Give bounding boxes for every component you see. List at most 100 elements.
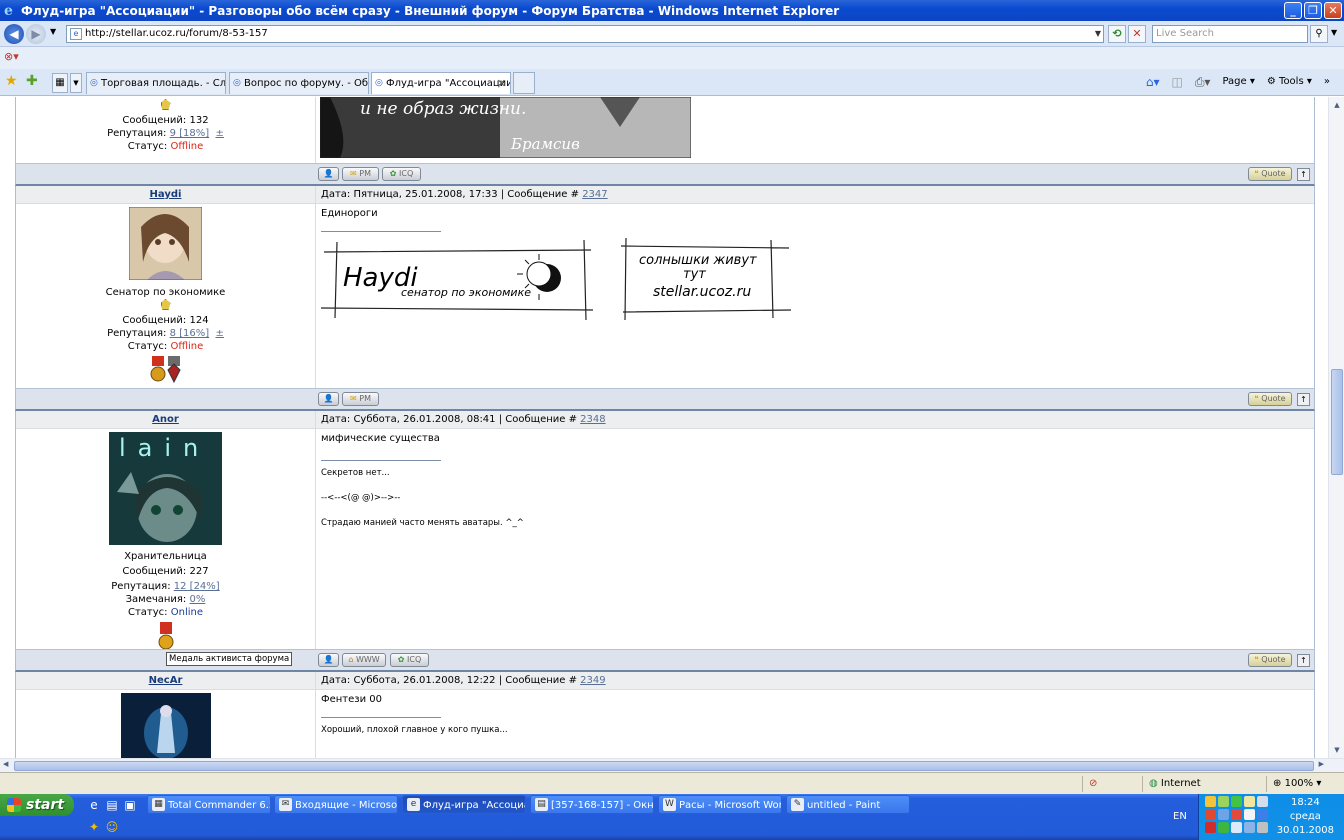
more-chevron-icon[interactable]: » <box>1324 73 1330 91</box>
reputation-link[interactable]: 8 [16%] <box>170 328 210 339</box>
quote-button[interactable]: ❝ Quote <box>1248 653 1292 667</box>
post-text: Единороги <box>321 208 378 219</box>
task-label: [357-168-157] - Окн... <box>551 800 654 811</box>
feed-icon[interactable]: ⊗▾ <box>4 50 19 63</box>
signature-divider <box>321 231 441 232</box>
profile-icon: 👤 <box>323 169 334 178</box>
feeds-icon[interactable]: ◫ <box>1171 73 1182 91</box>
add-favorites-icon[interactable]: ✚ <box>26 73 38 89</box>
tray-icons[interactable] <box>1205 796 1273 833</box>
scroll-down-icon[interactable]: ▼ <box>1331 744 1343 756</box>
profile-button[interactable]: 👤 <box>318 167 339 181</box>
address-toolbar: ◀ ▶ ▼ e http://stellar.ucoz.ru/forum/8-5… <box>0 21 1344 47</box>
post-number-link[interactable]: 2347 <box>582 189 607 200</box>
tools-menu[interactable]: ⚙ Tools ▾ <box>1267 73 1312 91</box>
profile-button[interactable]: 👤 <box>318 392 339 406</box>
post-number-link[interactable]: 2348 <box>580 414 605 425</box>
quote-button[interactable]: ❝ Quote <box>1248 392 1292 406</box>
vertical-scrollbar[interactable]: ▲ ▼ <box>1328 97 1344 758</box>
tab-flood-game[interactable]: Флуд-игра "Ассоциации... ✕ <box>371 72 511 94</box>
quote-button[interactable]: ❝ Quote <box>1248 167 1292 181</box>
user-info: Anor lain Хранительница Сообщений: 227 Р… <box>16 411 316 652</box>
medal-activist-icon[interactable] <box>156 622 176 652</box>
tab-forum-question[interactable]: Вопрос по форуму. - Общие... <box>229 72 369 94</box>
task-ie-forum[interactable]: eФлуд-игра "Ассоциа... <box>402 795 526 814</box>
new-tab-button[interactable] <box>513 72 535 94</box>
zoom-control[interactable]: ⊕ 100% ▾ <box>1266 776 1344 792</box>
quicklaunch-ie-icon[interactable]: e <box>86 797 102 813</box>
task-inbox[interactable]: ✉ Входящие - Microsof... <box>274 795 398 814</box>
minimize-button[interactable]: _ <box>1284 2 1302 19</box>
address-field[interactable]: e http://stellar.ucoz.ru/forum/8-53-157 … <box>66 25 1104 43</box>
profile-button[interactable]: 👤 <box>318 653 339 667</box>
post-date: Дата: Суббота, 26.01.2008, 12:22 | Сообщ… <box>321 675 577 686</box>
warnings-link[interactable]: 0% <box>190 594 206 605</box>
icq-button[interactable]: ✿ ICQ <box>390 653 429 667</box>
task-word[interactable]: W Расы - Microsoft Word <box>658 795 782 814</box>
rep-change-link[interactable]: ± <box>216 328 224 339</box>
www-button[interactable]: ⌂ WWW <box>342 653 386 667</box>
home-icon[interactable]: ⌂▾ <box>1146 73 1160 91</box>
sig2-line2: тут <box>683 267 706 282</box>
address-dropdown-icon[interactable]: ▼ <box>1095 26 1101 42</box>
maximize-button[interactable]: ❐ <box>1304 2 1322 19</box>
scroll-top-icon[interactable]: ↑ <box>1297 654 1310 667</box>
scroll-top-icon[interactable]: ↑ <box>1297 168 1310 181</box>
search-input[interactable]: Live Search <box>1152 25 1308 43</box>
quicklaunch-tool-icon[interactable]: ✦ <box>86 819 102 835</box>
tab-trade[interactable]: Торговая площадь. - Слав... <box>86 72 226 94</box>
scroll-top-icon[interactable]: ↑ <box>1297 393 1310 406</box>
username-link[interactable]: NecAr <box>149 675 183 686</box>
search-icon[interactable]: ⚲ <box>1310 25 1328 43</box>
clock[interactable]: 18:24 среда 30.01.2008 <box>1277 796 1334 838</box>
username-link[interactable]: Haydi <box>150 189 182 200</box>
close-tab-icon[interactable]: ✕ <box>497 73 506 94</box>
task-paint[interactable]: ✎ untitled - Paint <box>786 795 910 814</box>
stop-button[interactable]: ✕ <box>1128 25 1146 43</box>
status-label: Статус: <box>128 607 168 618</box>
start-button[interactable]: start <box>0 794 74 816</box>
tab-list-button[interactable]: ▼ <box>70 73 82 93</box>
quicklaunch-desktop-icon[interactable]: ▣ <box>122 797 138 813</box>
rep-change-link[interactable]: ± <box>216 128 224 139</box>
user-avatar[interactable] <box>120 693 211 758</box>
favorites-star-icon[interactable]: ★ <box>5 73 18 89</box>
quick-tabs-button[interactable]: ▦ <box>52 73 68 93</box>
signature-line: Хороший, плохой главное у кого пушка... <box>321 725 508 735</box>
history-dropdown-icon[interactable]: ▼ <box>50 27 56 36</box>
user-messages: Сообщений: 132 <box>122 115 209 126</box>
forward-button[interactable]: ▶ <box>26 24 46 44</box>
username-link[interactable]: Anor <box>152 414 179 425</box>
scroll-thumb[interactable] <box>14 761 1314 771</box>
pm-button[interactable]: ✉ PM <box>342 392 379 406</box>
sig2-line3: stellar.ucoz.ru <box>653 284 751 300</box>
language-indicator[interactable]: EN <box>1173 811 1187 822</box>
task-total-commander[interactable]: ▦Total Commander 6.5... <box>147 795 271 814</box>
quicklaunch-explorer-icon[interactable]: ▤ <box>104 797 120 813</box>
search-options-icon[interactable]: ▼ <box>1331 28 1337 37</box>
reputation-link[interactable]: 12 [24%] <box>174 581 220 592</box>
post-date: Дата: Суббота, 26.01.2008, 08:41 | Сообщ… <box>321 414 577 425</box>
post-number-link[interactable]: 2349 <box>580 675 605 686</box>
user-avatar[interactable] <box>129 207 202 280</box>
page-menu[interactable]: Page ▾ <box>1222 73 1254 91</box>
reputation-link[interactable]: 9 [18%] <box>170 128 210 139</box>
pm-button[interactable]: ✉ PM <box>342 167 379 181</box>
window-title-bar[interactable]: e Флуд-игра "Ассоциации" - Разговоры обо… <box>0 0 1344 21</box>
scroll-thumb[interactable] <box>1331 369 1343 475</box>
icq-button[interactable]: ✿ ICQ <box>382 167 421 181</box>
print-icon[interactable]: ⎙▾ <box>1195 73 1211 91</box>
scroll-left-icon[interactable]: ◀ <box>3 760 8 768</box>
task-window[interactable]: ▤ [357-168-157] - Окн... <box>530 795 654 814</box>
user-avatar[interactable]: lain <box>109 432 222 545</box>
back-button[interactable]: ◀ <box>4 24 24 44</box>
page-icon: e <box>70 28 82 40</box>
refresh-button[interactable]: ⟲ <box>1108 25 1126 43</box>
post-actions: 👤 ✉ PM ✿ ICQ ❝ Quote ↑ <box>15 163 1315 186</box>
horizontal-scrollbar[interactable]: ◀ ▶ <box>0 758 1344 772</box>
scroll-right-icon[interactable]: ▶ <box>1319 760 1324 768</box>
close-button[interactable]: ✕ <box>1324 2 1342 19</box>
clock-time: 18:24 <box>1290 797 1320 808</box>
scroll-up-icon[interactable]: ▲ <box>1331 99 1343 111</box>
quicklaunch-messenger-icon[interactable]: ☺ <box>104 819 120 835</box>
